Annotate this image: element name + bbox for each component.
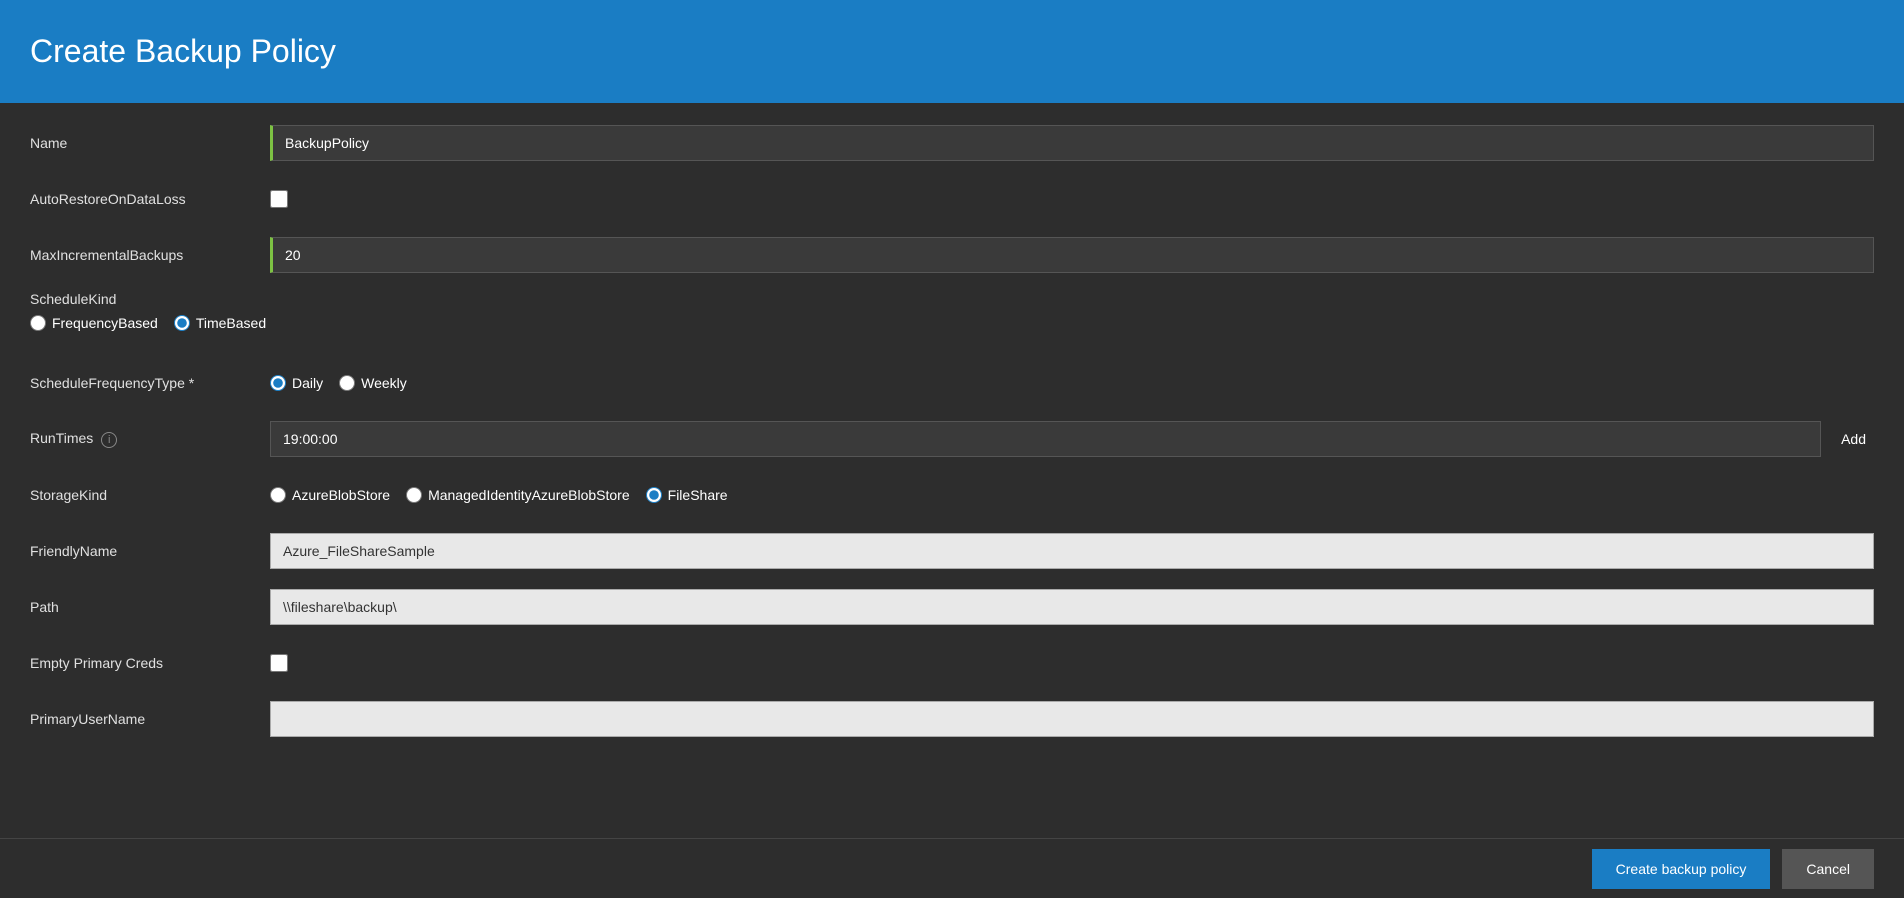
schedule-freq-daily-label: Daily bbox=[292, 375, 323, 391]
schedule-freq-radios: Daily Weekly bbox=[270, 375, 407, 391]
runtimes-add-button[interactable]: Add bbox=[1833, 427, 1874, 451]
storage-azure-radio[interactable] bbox=[270, 487, 286, 503]
page-header: Create Backup Policy bbox=[0, 0, 1904, 103]
storage-managed-radio[interactable] bbox=[406, 487, 422, 503]
storage-kind-row: StorageKind AzureBlobStore ManagedIdenti… bbox=[30, 475, 1874, 515]
storage-azure-label: AzureBlobStore bbox=[292, 487, 390, 503]
friendly-name-label: FriendlyName bbox=[30, 543, 270, 559]
primary-username-row: PrimaryUserName bbox=[30, 699, 1874, 739]
form-container: Name AutoRestoreOnDataLoss MaxIncrementa… bbox=[0, 103, 1904, 838]
cancel-button[interactable]: Cancel bbox=[1782, 849, 1874, 889]
empty-primary-creds-row: Empty Primary Creds bbox=[30, 643, 1874, 683]
storage-fileshare-label: FileShare bbox=[668, 487, 728, 503]
storage-azure-option[interactable]: AzureBlobStore bbox=[270, 487, 390, 503]
schedule-kind-time-label: TimeBased bbox=[196, 315, 266, 331]
page-title: Create Backup Policy bbox=[30, 33, 336, 70]
storage-managed-label: ManagedIdentityAzureBlobStore bbox=[428, 487, 630, 503]
path-label: Path bbox=[30, 599, 270, 615]
schedule-freq-weekly-label: Weekly bbox=[361, 375, 407, 391]
max-incremental-row: MaxIncrementalBackups bbox=[30, 235, 1874, 275]
schedule-freq-label: ScheduleFrequencyType * bbox=[30, 375, 270, 391]
storage-fileshare-radio[interactable] bbox=[646, 487, 662, 503]
storage-managed-option[interactable]: ManagedIdentityAzureBlobStore bbox=[406, 487, 630, 503]
runtimes-input-group: Add bbox=[270, 421, 1874, 457]
auto-restore-checkbox[interactable] bbox=[270, 190, 288, 208]
auto-restore-row: AutoRestoreOnDataLoss bbox=[30, 179, 1874, 219]
schedule-kind-label: ScheduleKind bbox=[30, 291, 1874, 307]
name-input[interactable] bbox=[270, 125, 1874, 161]
runtimes-row: RunTimes i Add bbox=[30, 419, 1874, 459]
schedule-freq-daily-radio[interactable] bbox=[270, 375, 286, 391]
storage-fileshare-option[interactable]: FileShare bbox=[646, 487, 728, 503]
footer: Create backup policy Cancel bbox=[0, 838, 1904, 898]
name-row: Name bbox=[30, 123, 1874, 163]
schedule-kind-row: ScheduleKind FrequencyBased TimeBased bbox=[30, 291, 1874, 331]
create-backup-policy-button[interactable]: Create backup policy bbox=[1592, 849, 1771, 889]
empty-primary-creds-label: Empty Primary Creds bbox=[30, 655, 270, 671]
runtimes-input[interactable] bbox=[270, 421, 1821, 457]
empty-primary-creds-checkbox[interactable] bbox=[270, 654, 288, 672]
schedule-freq-daily-option[interactable]: Daily bbox=[270, 375, 323, 391]
schedule-freq-row: ScheduleFrequencyType * Daily Weekly bbox=[30, 363, 1874, 403]
schedule-kind-time-option[interactable]: TimeBased bbox=[174, 315, 266, 331]
schedule-freq-weekly-option[interactable]: Weekly bbox=[339, 375, 407, 391]
primary-username-label: PrimaryUserName bbox=[30, 711, 270, 727]
storage-kind-radios: AzureBlobStore ManagedIdentityAzureBlobS… bbox=[270, 487, 728, 503]
max-incremental-label: MaxIncrementalBackups bbox=[30, 247, 270, 263]
runtimes-label: RunTimes i bbox=[30, 430, 270, 448]
schedule-freq-weekly-radio[interactable] bbox=[339, 375, 355, 391]
storage-kind-label: StorageKind bbox=[30, 487, 270, 503]
auto-restore-label: AutoRestoreOnDataLoss bbox=[30, 191, 270, 207]
schedule-kind-time-radio[interactable] bbox=[174, 315, 190, 331]
friendly-name-row: FriendlyName bbox=[30, 531, 1874, 571]
runtimes-info-icon: i bbox=[101, 432, 117, 448]
friendly-name-input[interactable] bbox=[270, 533, 1874, 569]
primary-username-input[interactable] bbox=[270, 701, 1874, 737]
path-row: Path bbox=[30, 587, 1874, 627]
max-incremental-input[interactable] bbox=[270, 237, 1874, 273]
name-label: Name bbox=[30, 135, 270, 151]
schedule-kind-freq-option[interactable]: FrequencyBased bbox=[30, 315, 158, 331]
schedule-kind-radios: FrequencyBased TimeBased bbox=[30, 315, 1874, 331]
schedule-kind-freq-radio[interactable] bbox=[30, 315, 46, 331]
path-input[interactable] bbox=[270, 589, 1874, 625]
schedule-kind-freq-label: FrequencyBased bbox=[52, 315, 158, 331]
